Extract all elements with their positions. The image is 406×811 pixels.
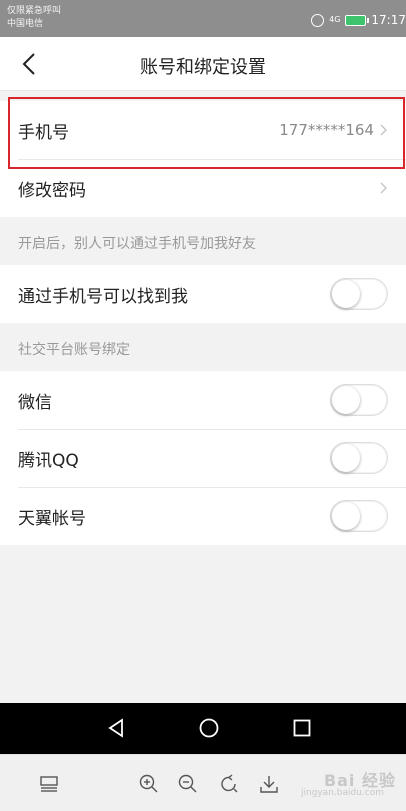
watermark-url: jingyan.baidu.com [300, 788, 384, 798]
phone-row[interactable]: 手机号 177*****164 [0, 101, 406, 159]
page-title: 账号和绑定设置 [140, 57, 266, 78]
layout-icon [40, 776, 58, 792]
toggle-knob [332, 280, 360, 308]
toggle-knob [332, 444, 360, 472]
download-button[interactable] [258, 773, 280, 795]
social-item-tianyi: 天翼帐号 [0, 487, 406, 545]
hint-section-label: 开启后，别人可以通过手机号加我好友 [18, 236, 256, 252]
system-home-button[interactable] [196, 715, 222, 741]
system-back-button[interactable] [103, 715, 129, 741]
download-icon [260, 776, 278, 793]
social-group: 微信 腾讯QQ 天翼帐号 [0, 371, 406, 545]
signal-icon: 4G [329, 15, 341, 24]
zoom-out-button[interactable] [177, 773, 199, 795]
chevron-right-icon [380, 182, 387, 194]
social-item-label: 天翼帐号 [18, 508, 86, 529]
wechat-toggle[interactable] [330, 384, 388, 416]
rotate-icon [221, 774, 238, 793]
square-recent-icon [293, 719, 311, 737]
system-nav-bar [0, 703, 406, 754]
layout-button[interactable] [38, 773, 60, 795]
chevron-right-icon [380, 124, 387, 136]
circle-home-icon [199, 718, 219, 738]
triangle-back-icon [108, 718, 123, 738]
social-item-wechat: 微信 [0, 371, 406, 429]
account-group: 手机号 177*****164 修改密码 [0, 101, 406, 217]
phone-label: 手机号 [18, 122, 69, 143]
emergency-call-text: 仅限紧急呼叫 [7, 6, 62, 16]
carrier-name: 中国电信 [7, 19, 44, 29]
tianyi-toggle[interactable] [330, 500, 388, 532]
social-section-label: 社交平台账号绑定 [18, 342, 130, 358]
find-by-phone-label: 通过手机号可以找到我 [18, 286, 188, 307]
clock: 17:17 [371, 13, 406, 27]
battery-icon [345, 14, 370, 26]
phone-value: 177*****164 [279, 121, 374, 139]
rotate-button[interactable] [218, 773, 240, 795]
find-by-phone-toggle[interactable] [330, 278, 388, 310]
find-by-phone-row: 通过手机号可以找到我 [0, 265, 406, 323]
status-icons: 4G 17:17 [311, 12, 406, 28]
qq-toggle[interactable] [330, 442, 388, 474]
zoom-in-icon [139, 774, 158, 793]
change-password-row[interactable]: 修改密码 [0, 159, 406, 217]
system-recent-button[interactable] [289, 715, 315, 741]
zoom-out-icon [178, 774, 197, 793]
social-item-label: 微信 [18, 392, 52, 413]
alarm-icon [311, 13, 325, 27]
status-bar: 仅限紧急呼叫 中国电信 4G 17:17 [0, 0, 406, 37]
find-by-phone-group: 通过手机号可以找到我 [0, 265, 406, 323]
zoom-in-button[interactable] [138, 773, 160, 795]
change-password-label: 修改密码 [18, 180, 86, 201]
social-item-label: 腾讯QQ [18, 450, 79, 471]
toggle-knob [332, 502, 360, 530]
carrier-info: 仅限紧急呼叫 中国电信 [7, 5, 61, 31]
bottom-toolbar: Bai 经验 jingyan.baidu.com [0, 754, 406, 811]
nav-bar: 账号和绑定设置 [0, 37, 406, 91]
toggle-knob [332, 386, 360, 414]
social-item-qq: 腾讯QQ [0, 429, 406, 487]
